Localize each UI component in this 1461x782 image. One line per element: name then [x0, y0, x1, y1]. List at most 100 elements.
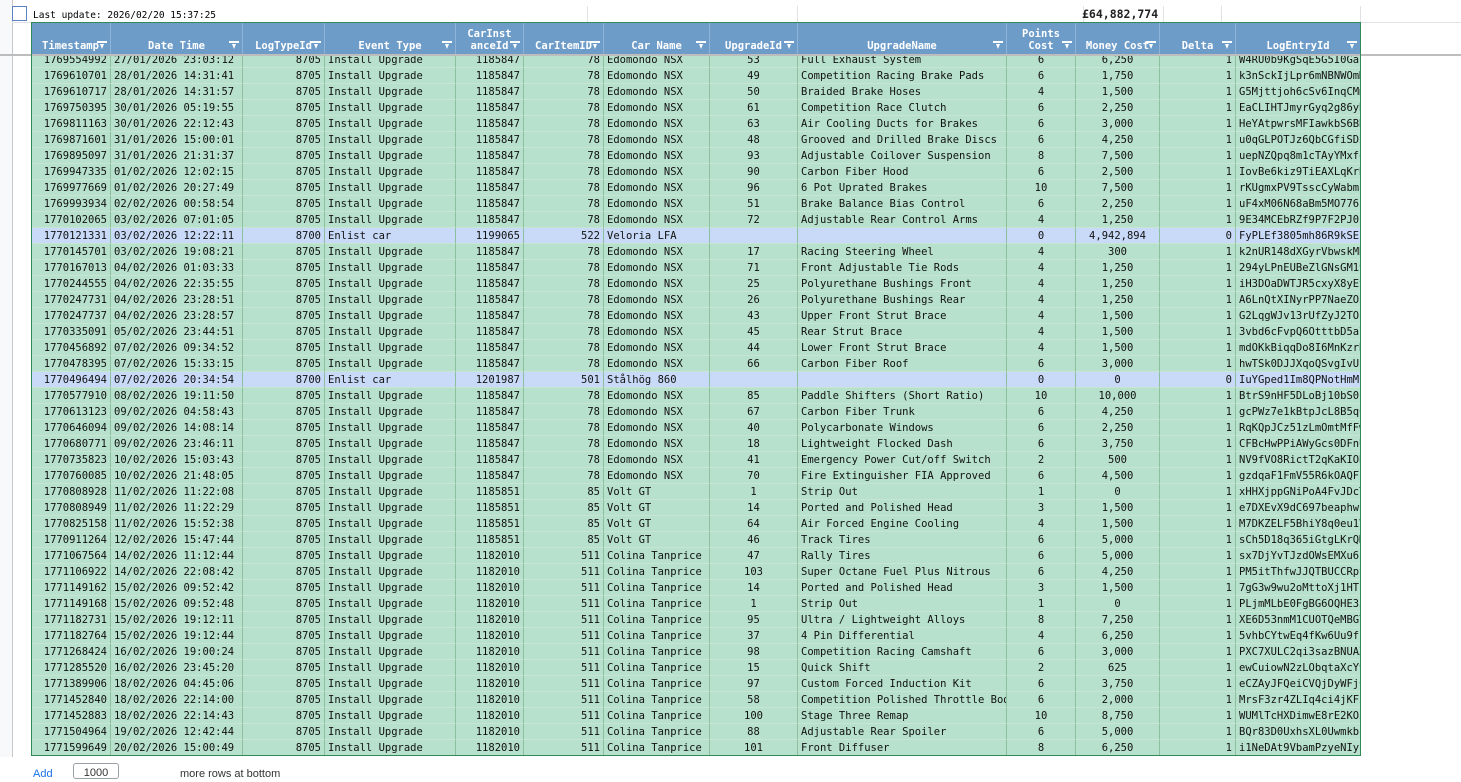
- cell-le[interactable]: M7DKZELF5BhiY8q0eu1V: [1236, 516, 1361, 532]
- cell-et[interactable]: Install Upgrade: [325, 484, 456, 500]
- cell-le[interactable]: sx7DjYvTJzdOWsEMXu6P: [1236, 548, 1361, 564]
- cell-le[interactable]: uepNZQpq8m1cTAyYMxfe: [1236, 148, 1361, 164]
- cell-pc[interactable]: 8: [1007, 148, 1076, 164]
- cell-un[interactable]: Paddle Shifters (Short Ratio): [798, 388, 1007, 404]
- cell-lt[interactable]: 8705: [243, 404, 325, 420]
- filter-icon[interactable]: [993, 41, 1003, 49]
- cell-le[interactable]: IovBe6kiz9TiEAXLqKrD: [1236, 164, 1361, 180]
- cell-dt[interactable]: 08/02/2026 19:11:50: [111, 388, 243, 404]
- cell-ts[interactable]: 1770808928: [31, 484, 111, 500]
- cell-cn[interactable]: Edomondo NSX: [604, 180, 710, 196]
- cell-d[interactable]: 1: [1160, 484, 1236, 500]
- cell-pc[interactable]: 6: [1007, 420, 1076, 436]
- cell-ts[interactable]: 1770911264: [31, 532, 111, 548]
- cell-ts[interactable]: 1771182764: [31, 628, 111, 644]
- cell-cii[interactable]: 511: [524, 740, 604, 756]
- cell-ts[interactable]: 1770496494: [31, 372, 111, 388]
- cell-un[interactable]: Competition Racing Camshaft: [798, 644, 1007, 660]
- cell-mc[interactable]: 4,942,894: [1076, 228, 1160, 244]
- cell-mc[interactable]: 2,250: [1076, 100, 1160, 116]
- cell-dt[interactable]: 05/02/2026 23:44:51: [111, 324, 243, 340]
- cell-d[interactable]: 0: [1160, 228, 1236, 244]
- cell-cii[interactable]: 85: [524, 500, 604, 516]
- cell-pc[interactable]: 6: [1007, 100, 1076, 116]
- cell-ci[interactable]: 1182010: [456, 724, 524, 740]
- cell-un[interactable]: Fire Extinguisher FIA Approved: [798, 468, 1007, 484]
- cell-lt[interactable]: 8700: [243, 228, 325, 244]
- cell-dt[interactable]: 04/02/2026 23:28:57: [111, 308, 243, 324]
- cell-le[interactable]: A6LnQtXINyrPP7NaeZO5: [1236, 292, 1361, 308]
- cell-ui[interactable]: 40: [710, 420, 798, 436]
- cell-ci[interactable]: 1182010: [456, 740, 524, 756]
- cell-lt[interactable]: 8705: [243, 260, 325, 276]
- cell-ci[interactable]: 1185847: [456, 436, 524, 452]
- cell-ts[interactable]: 1770145701: [31, 244, 111, 260]
- table-row[interactable]: 1770825158 11/02/2026 15:52:38 8705 Install…: [31, 516, 1361, 532]
- cell-ui[interactable]: [710, 372, 798, 388]
- cell-ci[interactable]: 1185851: [456, 484, 524, 500]
- cell-mc[interactable]: 8,750: [1076, 708, 1160, 724]
- cell-et[interactable]: Install Upgrade: [325, 404, 456, 420]
- cell-lt[interactable]: 8705: [243, 420, 325, 436]
- cell-mc[interactable]: 3,750: [1076, 436, 1160, 452]
- cell-ci[interactable]: 1201987: [456, 372, 524, 388]
- cell-ui[interactable]: 17: [710, 244, 798, 260]
- header-et[interactable]: Event Type: [325, 22, 456, 54]
- cell-d[interactable]: 1: [1160, 452, 1236, 468]
- header-mc[interactable]: Money Cost: [1076, 22, 1160, 54]
- header-d[interactable]: Delta: [1160, 22, 1236, 54]
- cell-ts[interactable]: 1769977669: [31, 180, 111, 196]
- cell-le[interactable]: XE6D53nmM1CUOTQeMBGY: [1236, 612, 1361, 628]
- cell-cn[interactable]: Colina Tanprice: [604, 580, 710, 596]
- cell-et[interactable]: Install Upgrade: [325, 580, 456, 596]
- cell-ci[interactable]: 1185847: [456, 212, 524, 228]
- cell-ui[interactable]: 100: [710, 708, 798, 724]
- cell-cii[interactable]: 78: [524, 388, 604, 404]
- table-row[interactable]: 1769610701 28/01/2026 14:31:41 8705 Install…: [31, 68, 1361, 84]
- cell-d[interactable]: 1: [1160, 212, 1236, 228]
- cell-lt[interactable]: 8705: [243, 436, 325, 452]
- cell-le[interactable]: u0qGLPOTJz6QbCGfiSDx: [1236, 132, 1361, 148]
- cell-le[interactable]: BQr83D0UxhsXL0Uwmkbn: [1236, 724, 1361, 740]
- cell-cii[interactable]: 522: [524, 228, 604, 244]
- table-row[interactable]: 1770121331 03/02/2026 12:22:11 8700 Enlist …: [31, 228, 1361, 244]
- table-row[interactable]: 1770646094 09/02/2026 14:08:14 8705 Install…: [31, 420, 1361, 436]
- cell-ui[interactable]: 67: [710, 404, 798, 420]
- cell-le[interactable]: 7gG3w9wu2oMttoXj1HTF: [1236, 580, 1361, 596]
- cell-et[interactable]: Install Upgrade: [325, 244, 456, 260]
- cell-cii[interactable]: 78: [524, 452, 604, 468]
- cell-ts[interactable]: 1770680771: [31, 436, 111, 452]
- cell-ts[interactable]: 1770244555: [31, 276, 111, 292]
- table-row[interactable]: 1770577910 08/02/2026 19:11:50 8705 Install…: [31, 388, 1361, 404]
- cell-d[interactable]: 1: [1160, 628, 1236, 644]
- cell-un[interactable]: Competition Polished Throttle Body: [798, 692, 1007, 708]
- cell-ci[interactable]: 1185847: [456, 164, 524, 180]
- cell-ts[interactable]: 1769750395: [31, 100, 111, 116]
- cell-le[interactable]: PM5itThfwJJQTBUCCRpv: [1236, 564, 1361, 580]
- cell-ts[interactable]: 1769811163: [31, 116, 111, 132]
- cell-pc[interactable]: 4: [1007, 244, 1076, 260]
- cell-dt[interactable]: 11/02/2026 15:52:38: [111, 516, 243, 532]
- header-ci[interactable]: CarInst anceId: [456, 22, 524, 54]
- cell-mc[interactable]: 1,250: [1076, 292, 1160, 308]
- filter-icon[interactable]: [311, 41, 321, 49]
- cell-ts[interactable]: 1769993934: [31, 196, 111, 212]
- cell-d[interactable]: 1: [1160, 340, 1236, 356]
- cell-cn[interactable]: Colina Tanprice: [604, 724, 710, 740]
- cell-cii[interactable]: 85: [524, 516, 604, 532]
- cell-un[interactable]: Stage Three Remap: [798, 708, 1007, 724]
- cell-ts[interactable]: 1769871601: [31, 132, 111, 148]
- cell-d[interactable]: 1: [1160, 420, 1236, 436]
- cell-cn[interactable]: Colina Tanprice: [604, 548, 710, 564]
- table-row[interactable]: 1770244555 04/02/2026 22:35:55 8705 Install…: [31, 276, 1361, 292]
- cell-ts[interactable]: 1771452883: [31, 708, 111, 724]
- cell-mc[interactable]: 300: [1076, 244, 1160, 260]
- cell-dt[interactable]: 01/02/2026 20:27:49: [111, 180, 243, 196]
- cell-et[interactable]: Install Upgrade: [325, 292, 456, 308]
- cell-le[interactable]: rKUgmxPV9TsscCyWabms: [1236, 180, 1361, 196]
- cell-cii[interactable]: 78: [524, 100, 604, 116]
- cell-ts[interactable]: 1771182731: [31, 612, 111, 628]
- cell-et[interactable]: Install Upgrade: [325, 132, 456, 148]
- cell-le[interactable]: hwTSk0DJJXqoQSvgIvUs: [1236, 356, 1361, 372]
- cell-ts[interactable]: 1770456892: [31, 340, 111, 356]
